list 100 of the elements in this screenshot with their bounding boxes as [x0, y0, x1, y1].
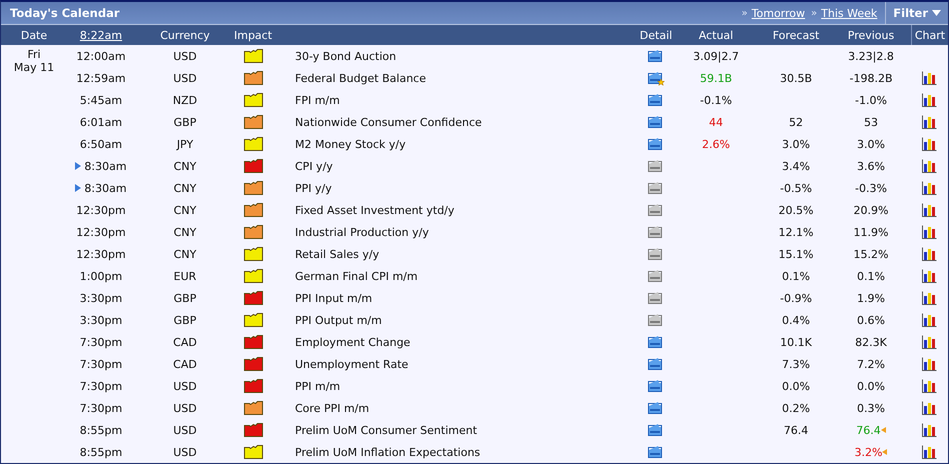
currency-text: EUR	[174, 270, 196, 282]
event-name: Fixed Asset Investment ytd/y	[295, 204, 454, 216]
bar-chart-icon[interactable]	[922, 225, 937, 239]
bar-chart-icon[interactable]	[922, 269, 937, 283]
column-header: Currency	[160, 28, 210, 42]
document-icon[interactable]	[648, 48, 664, 64]
column-header: Impact	[234, 28, 272, 42]
time-text: 3:30pm	[80, 292, 122, 304]
bar-chart-icon[interactable]	[922, 71, 937, 85]
currency-text: USD	[173, 402, 197, 414]
document-icon[interactable]	[648, 180, 664, 196]
time-text: 8:30am	[84, 182, 127, 194]
forecast-value: 15.1%	[778, 248, 814, 260]
currency-text: USD	[173, 446, 197, 458]
previous-value: 82.3K	[855, 336, 887, 348]
bar-chart-icon[interactable]	[922, 137, 937, 151]
bar-chart-icon[interactable]	[922, 159, 937, 173]
forecast-value: -0.9%	[780, 292, 812, 304]
document-icon[interactable]	[648, 158, 664, 174]
time-text: 8:30am	[84, 160, 127, 172]
nav-link[interactable]: Tomorrow	[752, 6, 806, 20]
bar-chart-icon[interactable]	[922, 445, 937, 459]
time-text: 12:59am	[76, 72, 126, 84]
document-icon[interactable]	[648, 356, 664, 372]
event-name: Unemployment Rate	[295, 358, 408, 370]
currency-text: CAD	[173, 336, 197, 348]
document-icon[interactable]	[648, 114, 664, 130]
document-icon[interactable]	[648, 312, 664, 328]
forecast-value: 0.0%	[782, 380, 810, 392]
document-icon[interactable]	[648, 400, 664, 416]
document-icon[interactable]	[648, 246, 664, 262]
currency-text: GBP	[174, 116, 196, 128]
previous-value: 15.2%	[854, 248, 888, 260]
event-name: PPI y/y	[295, 182, 332, 194]
event-name: Federal Budget Balance	[295, 72, 426, 84]
event-name: CPI y/y	[295, 160, 333, 172]
bar-chart-icon[interactable]	[922, 335, 937, 349]
document-icon[interactable]	[648, 422, 664, 438]
bar-chart-icon[interactable]	[922, 181, 937, 195]
time-text: 6:01am	[80, 116, 122, 128]
time-text: 3:30pm	[80, 314, 122, 326]
bar-chart-icon[interactable]	[922, 379, 937, 393]
actual-value: 3.09|2.7	[693, 50, 739, 62]
document-icon[interactable]	[648, 444, 664, 460]
previous-value: 53	[864, 116, 878, 128]
currency-text: CNY	[174, 160, 196, 172]
column-header: Chart	[914, 28, 946, 42]
bar-chart-icon[interactable]	[922, 357, 937, 371]
bar-chart-icon[interactable]	[922, 115, 937, 129]
previous-value: 20.9%	[854, 204, 888, 216]
document-icon[interactable]	[648, 92, 664, 108]
time-text: 5:45am	[80, 94, 122, 106]
previous-value: -198.2B	[849, 72, 892, 84]
time-link[interactable]: 8:22am	[80, 28, 122, 42]
actual-value: 59.1B	[700, 72, 732, 84]
document-icon[interactable]	[648, 334, 664, 350]
column-header: Forecast	[772, 28, 820, 42]
document-icon[interactable]	[648, 136, 664, 152]
document-icon[interactable]	[648, 202, 664, 218]
time-text: 12:30pm	[76, 248, 126, 260]
filter-button[interactable]: Filter	[885, 2, 948, 24]
document-icon[interactable]	[648, 224, 664, 240]
event-name: Retail Sales y/y	[295, 248, 380, 260]
previous-value: 11.9%	[854, 226, 888, 238]
previous-value: 0.3%	[857, 402, 885, 414]
currency-text: GBP	[174, 314, 196, 326]
column-header: Date	[20, 28, 48, 42]
bar-chart-icon[interactable]	[922, 423, 937, 437]
bar-chart-icon[interactable]	[922, 291, 937, 305]
event-name: M2 Money Stock y/y	[295, 138, 406, 150]
document-icon[interactable]	[648, 290, 664, 306]
currency-text: CAD	[173, 358, 197, 370]
previous-value: 3.23|2.8	[848, 50, 894, 62]
forecast-value: 76.4	[784, 424, 808, 436]
bar-chart-icon[interactable]	[922, 247, 937, 261]
nav-link[interactable]: This Week	[821, 6, 878, 20]
forecast-value: 3.0%	[782, 138, 810, 150]
time-text: 7:30pm	[80, 380, 122, 392]
actual-value: -0.1%	[700, 94, 732, 106]
time-text: 12:00am	[76, 50, 126, 62]
time-text: 1:00pm	[80, 270, 122, 282]
forecast-value: 30.5B	[780, 72, 812, 84]
currency-text: GBP	[174, 292, 196, 304]
currency-text: NZD	[172, 94, 198, 106]
actual-value: 2.6%	[702, 138, 730, 150]
chevron-marker: »	[811, 8, 818, 18]
event-name: FPI m/m	[295, 94, 340, 106]
previous-value: 0.6%	[857, 314, 885, 326]
bar-chart-icon[interactable]	[922, 93, 937, 107]
column-header: Previous	[848, 28, 894, 42]
previous-value: 3.2%	[854, 446, 882, 458]
currency-text: CNY	[174, 204, 196, 216]
bar-chart-icon[interactable]	[922, 203, 937, 217]
currency-text: CNY	[174, 182, 196, 194]
currency-text: JPY	[176, 138, 194, 150]
document-icon[interactable]	[648, 378, 664, 394]
bar-chart-icon[interactable]	[922, 313, 937, 327]
forecast-value: 20.5%	[778, 204, 814, 216]
bar-chart-icon[interactable]	[922, 401, 937, 415]
document-icon[interactable]	[648, 268, 664, 284]
